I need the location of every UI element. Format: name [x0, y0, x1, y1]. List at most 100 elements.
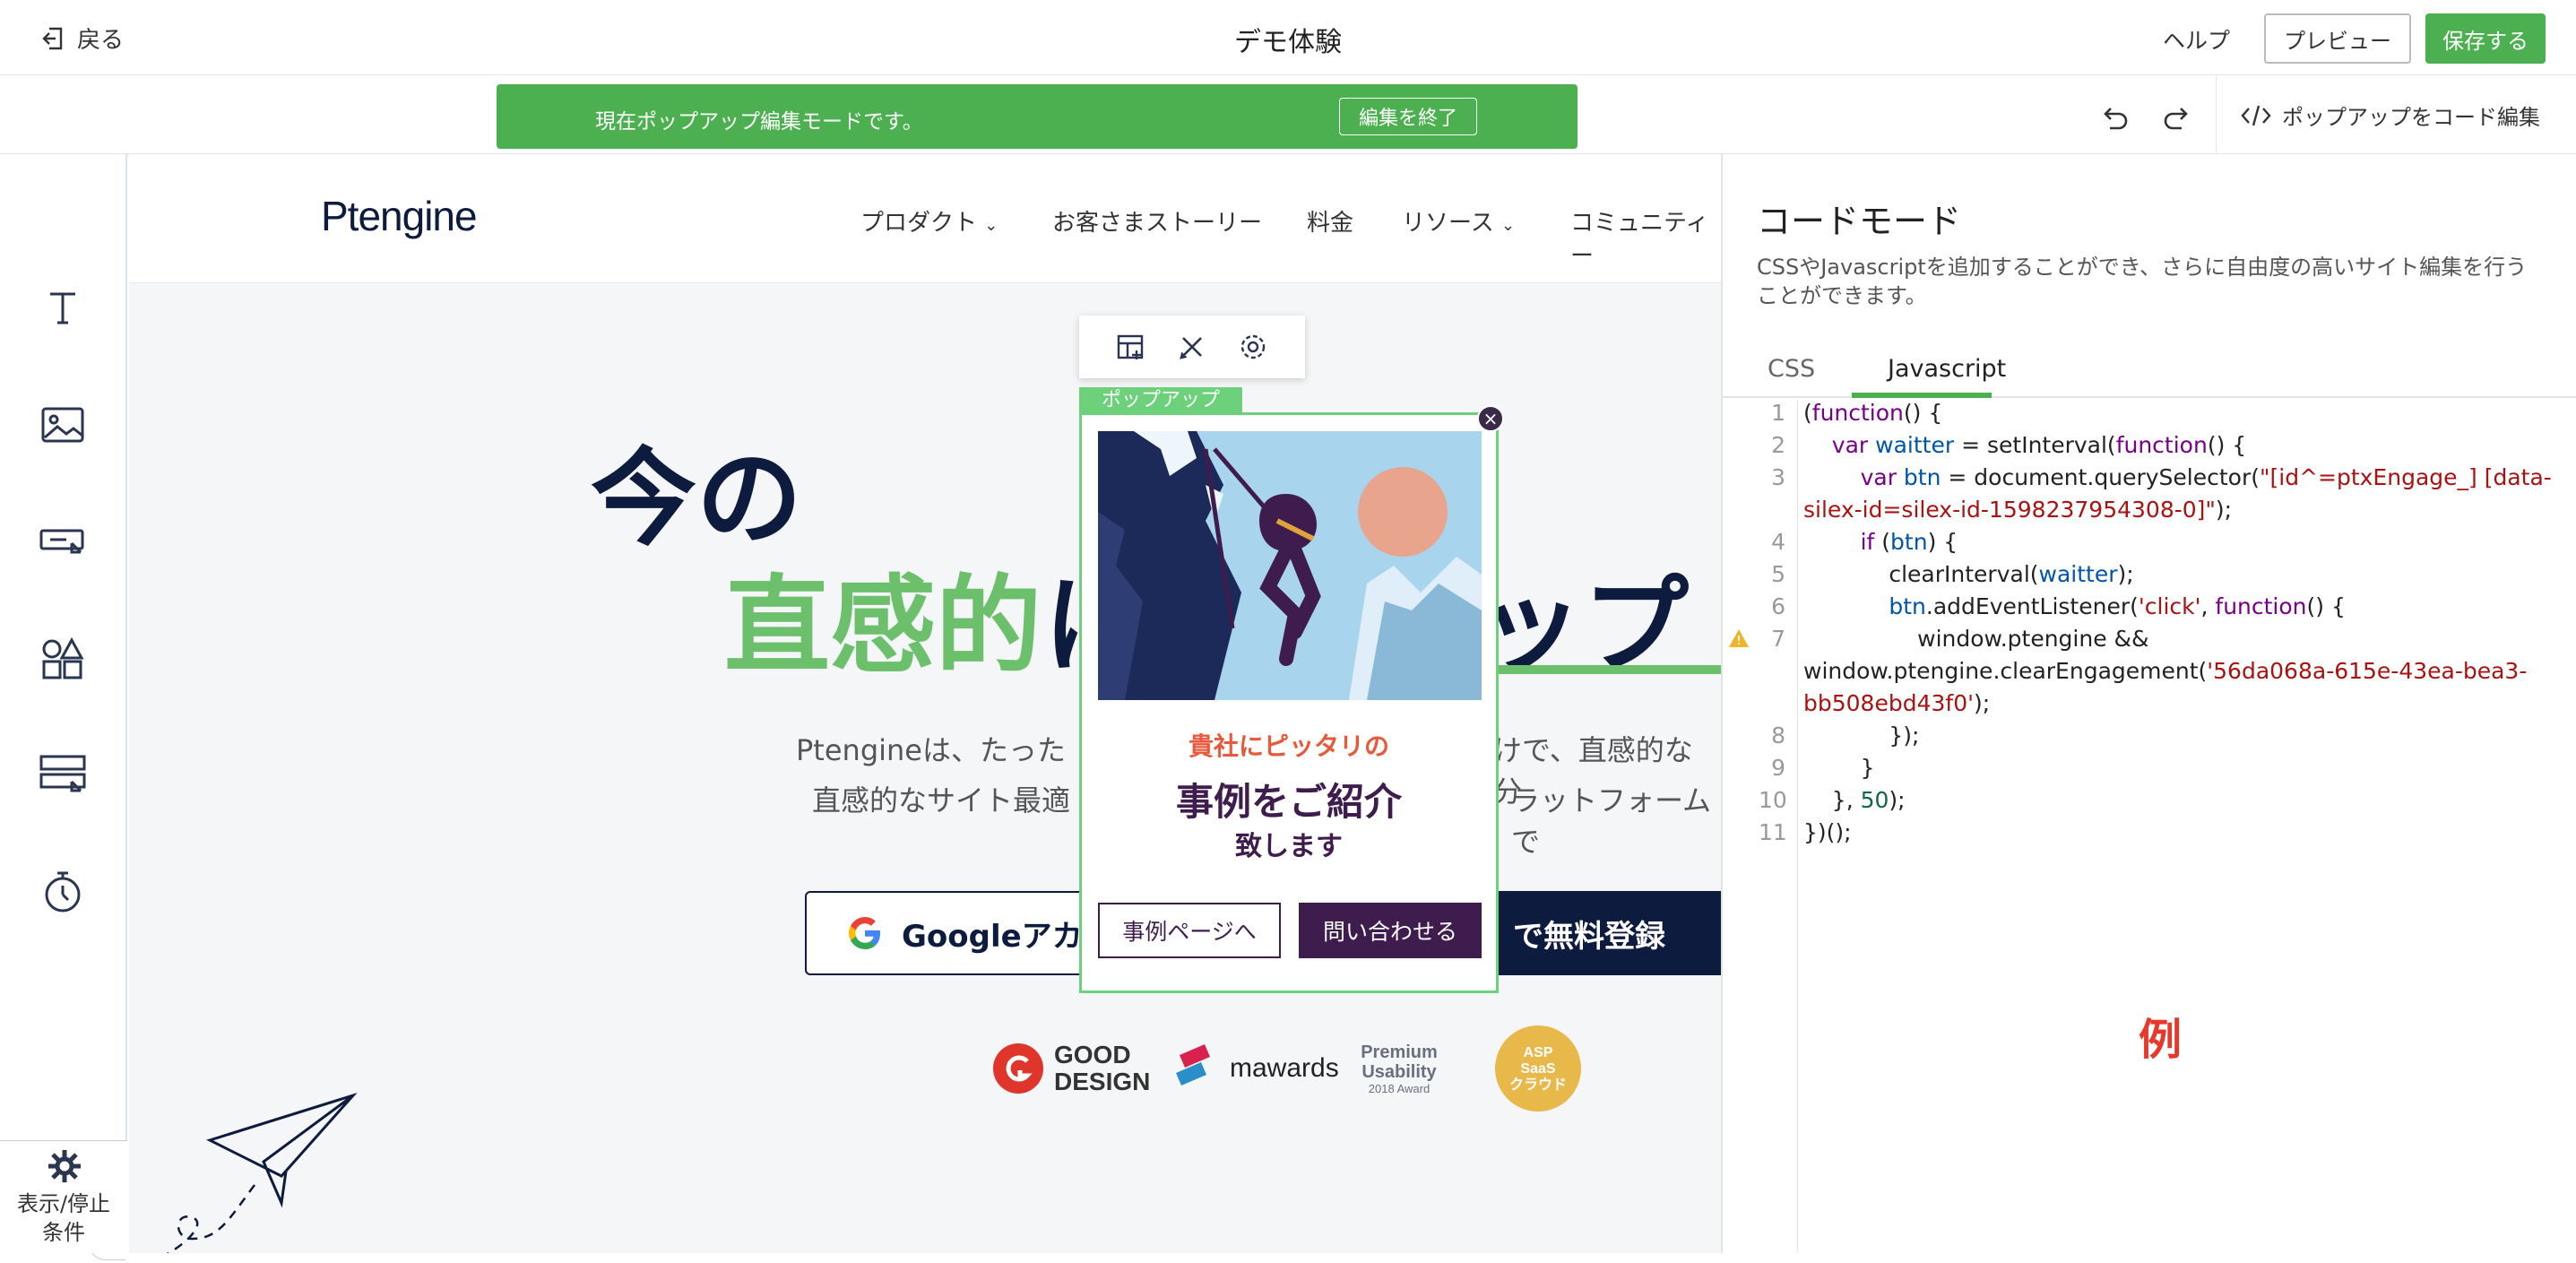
tab-javascript[interactable]: Javascript [1888, 355, 2006, 383]
site-header: Ptengine プロダクト ⌄ お客さまストーリー 料金 リソース ⌄ コミュ… [129, 154, 1721, 283]
popup-code-edit-button[interactable]: ポップアップをコード編集 [2241, 99, 2540, 131]
code-line: var btn = document.querySelector("[id^=p… [1860, 464, 2552, 490]
active-tab-indicator [1852, 393, 1992, 398]
code-line: }, 50); [1803, 787, 1906, 813]
exit-edit-button[interactable]: 編集を終了 [1339, 98, 1477, 135]
popup-container[interactable]: 貴社にピッタリの 事例をご紹介 致します 事例ページへ 問い合わせる [1079, 412, 1499, 993]
code-tabs: CSS Javascript [1723, 342, 2576, 398]
contact-button[interactable]: 問い合わせる [1299, 903, 1482, 958]
code-editor[interactable]: 1 2 3 4 5 6 7 8 9 10 11 (function() { va… [1723, 400, 2576, 1253]
site-logo: Ptengine [321, 193, 478, 239]
code-line: var waitter = setInterval(function() { [1831, 432, 2247, 458]
warning-icon [1729, 629, 1749, 647]
asp-saas-award: ASP SaaS クラウド [1493, 1024, 1583, 1113]
nav-pricing[interactable]: 料金 [1307, 204, 1353, 238]
edit-mode-bar: 現在ポップアップ編集モードです。 編集を終了 ポップアップをコード編集 [0, 76, 2576, 154]
tab-css[interactable]: CSS [1768, 355, 1815, 383]
popup-edit-toolbar [1079, 316, 1305, 378]
code-line: window.ptengine && [1803, 626, 2149, 652]
case-page-button[interactable]: 事例ページへ [1098, 903, 1281, 958]
edit-mode-text: 現在ポップアップ編集モードです。 [595, 110, 923, 134]
save-button[interactable]: 保存する [2425, 13, 2546, 64]
undo-icon[interactable] [2096, 99, 2131, 135]
asp-line3: クラウド [1508, 1077, 1567, 1093]
asp-line2: SaaS [1520, 1061, 1556, 1077]
code-line: })(); [1803, 819, 1852, 845]
code-line: if (btn) { [1860, 529, 1958, 555]
display-condition-label-2: 条件 [42, 1220, 85, 1245]
line-number-gutter: 1 2 3 4 5 6 7 8 9 10 11 [1723, 400, 1798, 1253]
code-mode-description: CSSやJavascriptを追加することができ、さらに自由度の高いサイト編集を… [1757, 255, 2528, 308]
code-mode-title: コードモード [1757, 202, 1962, 241]
popup-title: 事例をご紹介 [1175, 780, 1402, 824]
asp-badge: ASP SaaS クラウド [1495, 1025, 1581, 1112]
good-design-line2: DESIGN [1054, 1068, 1151, 1095]
line-number: 11 [1759, 819, 1787, 845]
good-design-award: GOOD DESIGN [990, 1024, 1150, 1113]
popup-tag: ポップアップ [1079, 387, 1242, 414]
climber-image [1098, 431, 1482, 700]
line-number: 6 [1771, 593, 1785, 619]
hero-heading-green: 直感的 [724, 567, 1042, 686]
nav-product-label: プロダクト [860, 210, 978, 237]
climber-illustration [1098, 431, 1482, 700]
top-bar: 戻る デモ体験 ヘルプ プレビュー 保存する [0, 0, 2576, 75]
code-line-wrap: bb508ebd43f0'); [1803, 690, 1991, 716]
nav-community[interactable]: コミュニティー [1570, 204, 1721, 271]
line-number: 9 [1771, 755, 1785, 781]
button-tool-icon[interactable] [38, 516, 88, 567]
edit-mode-banner: 現在ポップアップ編集モードです。 編集を終了 [497, 84, 1578, 149]
line-number: 7 [1771, 626, 1785, 652]
code-mode-panel: コードモード CSSやJavascriptを追加することができ、さらに自由度の高… [1721, 154, 2576, 1253]
premium-line1: Premium [1361, 1042, 1438, 1062]
help-link[interactable]: ヘルプ [2163, 23, 2230, 56]
code-line: clearInterval(waitter); [1803, 561, 2134, 587]
code-line: } [1803, 755, 1875, 781]
nav-product[interactable]: プロダクト ⌄ [860, 204, 998, 238]
image-tool-icon[interactable] [38, 400, 88, 450]
toolbar-divider [2216, 76, 2217, 154]
hero-underline [1474, 665, 1721, 674]
asp-line1: ASP [1523, 1045, 1553, 1060]
shapes-tool-icon[interactable] [38, 633, 88, 683]
mawards-logo-icon [1176, 1044, 1210, 1086]
mawards-label: mawards [1230, 1053, 1339, 1083]
google-icon [849, 917, 880, 949]
code-line-wrap: silex-id=silex-id-1598237954308-0]"); [1803, 497, 2233, 523]
line-number: 2 [1771, 432, 1785, 458]
paper-plane-illustration [166, 1092, 358, 1253]
settings-gear-icon[interactable] [1237, 331, 1269, 363]
text-tool-icon[interactable] [38, 283, 88, 333]
popup-close-icon[interactable]: × [1477, 405, 1504, 432]
premium-line2: Usability [1361, 1061, 1437, 1082]
good-design-logo-icon [993, 1043, 1043, 1094]
chevron-down-icon: ⌄ [984, 216, 998, 235]
mawards-award: mawards [1172, 1024, 1339, 1113]
line-number: 1 [1771, 400, 1785, 426]
nav-resources[interactable]: リソース ⌄ [1402, 204, 1515, 238]
example-label: 例 [2139, 1015, 2183, 1065]
premium-line3: 2018 Award [1368, 1081, 1431, 1095]
redo-icon[interactable] [2160, 99, 2196, 135]
layout-add-icon[interactable] [1115, 331, 1147, 363]
good-design-line1: GOOD [1054, 1041, 1131, 1068]
left-toolbar [0, 154, 127, 1260]
timer-tool-icon[interactable] [38, 866, 88, 916]
preview-button[interactable]: プレビュー [2264, 13, 2411, 64]
premium-usability-award: Premium Usability 2018 Award [1332, 1024, 1466, 1113]
code-line: (function() { [1803, 400, 1943, 426]
popup-subtitle: 貴社にピッタリの [1188, 731, 1389, 761]
display-condition-button[interactable]: 表示/停止 条件 [0, 1140, 127, 1253]
line-number: 10 [1759, 787, 1787, 813]
popup-code-edit-label: ポップアップをコード編集 [2282, 105, 2540, 130]
gear-icon [48, 1150, 81, 1182]
hero-desc-1a: Ptengineは、たった [796, 733, 1066, 767]
code-line: }); [1803, 722, 1920, 748]
line-number: 3 [1771, 464, 1785, 490]
form-tool-icon[interactable] [38, 749, 88, 800]
code-line-wrap: window.ptengine.clearEngagement('56da068… [1803, 658, 2528, 684]
popup-title-second: 致します [1235, 831, 1343, 862]
code-icon [2241, 105, 2271, 125]
nav-stories[interactable]: お客さまストーリー [1052, 204, 1262, 238]
design-tools-icon[interactable] [1176, 331, 1208, 363]
